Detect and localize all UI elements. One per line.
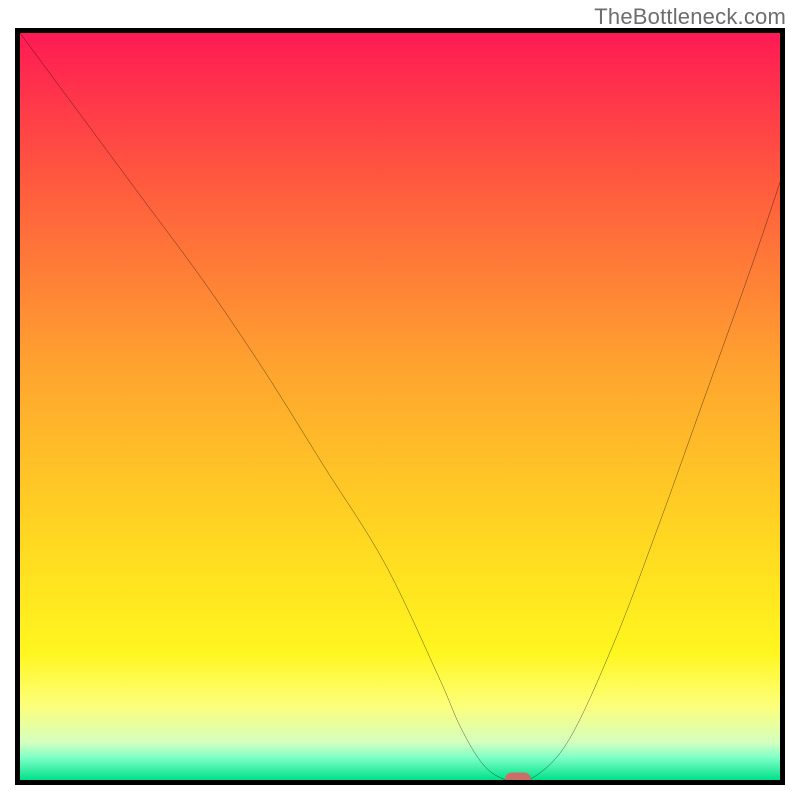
bottleneck-curve	[20, 33, 780, 780]
optimal-marker	[505, 773, 531, 786]
chart-container: TheBottleneck.com	[0, 0, 800, 800]
watermark-text: TheBottleneck.com	[594, 4, 786, 30]
plot-area	[15, 28, 785, 785]
